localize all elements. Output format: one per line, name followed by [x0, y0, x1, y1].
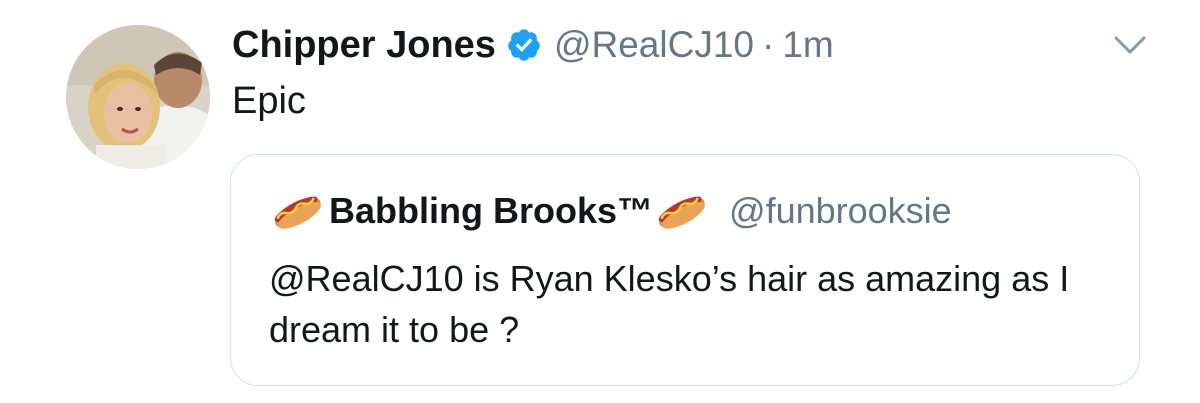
display-name[interactable]: Chipper Jones — [232, 24, 496, 67]
chevron-down-icon[interactable] — [1110, 30, 1150, 60]
hotdog-icon — [269, 189, 325, 233]
avatar[interactable] — [66, 25, 210, 169]
separator-dot: · — [761, 24, 775, 65]
quoted-tweet-text: @RealCJ10 is Ryan Klesko’s hair as amazi… — [269, 258, 1070, 350]
timestamp[interactable]: 1m — [782, 24, 833, 66]
verified-badge-icon — [506, 27, 542, 63]
hotdog-icon — [653, 189, 709, 233]
avatar-photo — [66, 25, 210, 169]
quoted-user-handle[interactable]: @funbrooksie — [729, 190, 952, 232]
tweet-text: Epic — [232, 80, 306, 122]
user-handle[interactable]: @RealCJ10 — [554, 24, 754, 66]
quoted-display-name[interactable]: Babbling Brooks™ — [329, 190, 653, 232]
tweet-header: Chipper Jones @RealCJ10 · 1m — [232, 20, 834, 70]
tweet[interactable]: Chipper Jones @RealCJ10 · 1m Epic Babbli… — [0, 0, 1200, 403]
quoted-tweet[interactable]: Babbling Brooks™ @funbrooksie @RealCJ10 … — [230, 154, 1140, 386]
quoted-tweet-header: Babbling Brooks™ @funbrooksie — [269, 185, 952, 237]
